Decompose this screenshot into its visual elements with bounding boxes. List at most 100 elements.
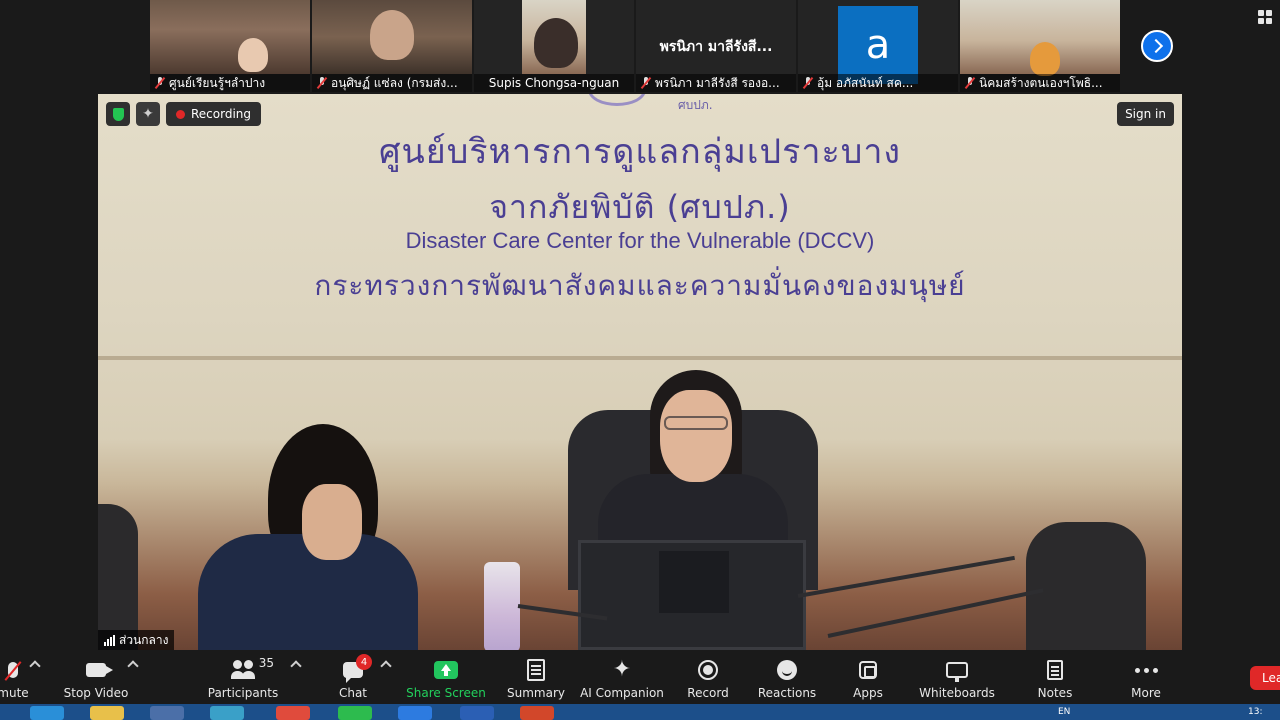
notes-label: Notes bbox=[1037, 686, 1073, 700]
video-camera-icon bbox=[86, 663, 113, 677]
sign-line-4: กระทรวงการพัฒนาสังคมและความมั่นคงของมนุษ… bbox=[314, 269, 966, 302]
unread-badge: 4 bbox=[356, 654, 372, 670]
participant-name: ศูนย์เรียนรู้ฯลำปาง bbox=[169, 75, 266, 90]
video-feed bbox=[150, 0, 310, 74]
mic-muted-icon bbox=[802, 77, 814, 89]
wall-divider bbox=[98, 356, 1182, 360]
summary-button[interactable]: Summary bbox=[504, 654, 568, 700]
powerpoint-icon[interactable] bbox=[520, 706, 554, 720]
os-taskbar: EN 13: bbox=[0, 704, 1280, 720]
share-screen-icon bbox=[434, 661, 458, 679]
participant-count: 35 bbox=[258, 656, 274, 670]
summary-doc-icon bbox=[527, 659, 545, 681]
participant-thumbnail[interactable]: ศูนย์เรียนรู้ฯลำปาง bbox=[150, 0, 310, 92]
sign-line-1: ศูนย์บริหารการดูแลกลุ่มเปราะบาง bbox=[378, 132, 902, 172]
participant-label: อุ้ม อภัสนันท์ สค... bbox=[798, 74, 958, 92]
participant-name: พรนิภา มาลีรังสี รองอ... bbox=[655, 75, 780, 90]
chair bbox=[1026, 522, 1146, 650]
view-grid-icon[interactable] bbox=[1258, 10, 1272, 24]
app-icon[interactable] bbox=[150, 706, 184, 720]
leave-button[interactable]: Lea bbox=[1250, 666, 1280, 690]
record-icon bbox=[698, 660, 718, 680]
participant-label: ศูนย์เรียนรู้ฯลำปาง bbox=[150, 74, 310, 92]
attendee-figure bbox=[198, 424, 458, 650]
reactions-button[interactable]: Reactions bbox=[756, 654, 818, 700]
mic-muted-icon bbox=[640, 77, 652, 89]
participants-button[interactable]: 35 Participants bbox=[207, 654, 279, 700]
next-page-chevron-icon[interactable] bbox=[1141, 30, 1173, 62]
speaker-name: ส่วนกลาง bbox=[119, 632, 169, 647]
stop-video-button[interactable]: Stop Video bbox=[60, 654, 132, 700]
edge-browser-icon[interactable] bbox=[30, 706, 64, 720]
record-button[interactable]: Record bbox=[682, 654, 734, 700]
participant-display-name: พรนิภา มาลีรังสี... bbox=[659, 39, 773, 55]
line-chat-icon[interactable] bbox=[338, 706, 372, 720]
whiteboards-button[interactable]: Whiteboards bbox=[918, 654, 996, 700]
apps-icon bbox=[859, 661, 877, 679]
whiteboard-icon bbox=[946, 662, 968, 682]
participant-thumbnail[interactable]: นิคมสร้างตนเองฯโพธิ... bbox=[960, 0, 1120, 92]
mute-button[interactable]: mute bbox=[0, 654, 38, 700]
chat-button[interactable]: 4 Chat bbox=[330, 654, 376, 700]
file-explorer-icon[interactable] bbox=[90, 706, 124, 720]
chat-label: Chat bbox=[338, 686, 368, 700]
mic-muted-icon bbox=[8, 662, 18, 678]
participant-thumbnail[interactable]: a อุ้ม อภัสนันท์ สค... bbox=[798, 0, 958, 92]
ai-companion-button[interactable]: ✦ AI Companion bbox=[580, 654, 664, 701]
chrome-icon[interactable] bbox=[276, 706, 310, 720]
avatar: a bbox=[838, 6, 918, 84]
word-icon[interactable] bbox=[460, 706, 494, 720]
participant-thumbnail[interactable]: พรนิภา มาลีรังสี... พรนิภา มาลีรังสี รอง… bbox=[636, 0, 796, 92]
participant-name: Supis Chongsa-nguan bbox=[488, 76, 620, 90]
participants-icon bbox=[231, 660, 255, 680]
participant-name: นิคมสร้างตนเองฯโพธิ... bbox=[979, 75, 1103, 90]
record-dot-icon bbox=[176, 109, 185, 119]
stop-video-label: Stop Video bbox=[63, 686, 129, 700]
mic-muted-icon bbox=[316, 77, 328, 89]
ai-companion-label: AI Companion bbox=[580, 686, 664, 700]
mute-label: mute bbox=[0, 686, 29, 700]
water-bottle bbox=[484, 562, 520, 650]
chat-options-caret-icon[interactable] bbox=[380, 660, 392, 672]
sign-line-3: Disaster Care Center for the Vulnerable … bbox=[405, 228, 875, 253]
clock[interactable]: 13: bbox=[1248, 707, 1262, 717]
reaction-smile-icon bbox=[777, 660, 797, 680]
language-indicator[interactable]: EN bbox=[1058, 707, 1070, 717]
more-button[interactable]: More bbox=[1124, 654, 1168, 700]
participant-label: Supis Chongsa-nguan bbox=[474, 74, 634, 92]
recording-label: Recording bbox=[191, 107, 252, 121]
more-dots-icon bbox=[1134, 667, 1158, 673]
participant-figure bbox=[238, 38, 268, 72]
main-video[interactable]: ศบปภ. ศูนย์บริหารการดูแลกลุ่มเปราะบาง จา… bbox=[98, 94, 1182, 650]
participant-name: อนุศิษฏ์ แซ่ลง (กรมส่ง... bbox=[331, 75, 458, 90]
recording-indicator[interactable]: Recording bbox=[166, 102, 262, 126]
apps-label: Apps bbox=[853, 686, 883, 700]
participant-thumbnail[interactable]: Supis Chongsa-nguan bbox=[474, 0, 634, 92]
reactions-label: Reactions bbox=[757, 686, 817, 700]
signal-strength-icon bbox=[104, 634, 115, 646]
participant-label: อนุศิษฏ์ แซ่ลง (กรมส่ง... bbox=[312, 74, 472, 92]
chair bbox=[98, 504, 138, 650]
summary-label: Summary bbox=[507, 686, 565, 700]
sign-line-2: จากภัยพิบัติ (ศบปภ.) bbox=[489, 188, 791, 226]
ai-sparkle-icon[interactable]: ✦ bbox=[136, 102, 160, 126]
share-screen-button[interactable]: Share Screen bbox=[406, 654, 486, 700]
participants-options-caret-icon[interactable] bbox=[290, 660, 302, 672]
sparkle-icon: ✦ bbox=[612, 657, 632, 682]
meeting-status-overlay: ✦ Recording bbox=[106, 102, 262, 126]
notes-icon bbox=[1047, 660, 1063, 680]
participant-label: พรนิภา มาลีรังสี รองอ... bbox=[636, 74, 796, 92]
mic-muted-icon bbox=[964, 77, 976, 89]
share-screen-label: Share Screen bbox=[406, 686, 486, 700]
meeting-toolbar: mute Stop Video 35 Participants 4 Chat S… bbox=[0, 650, 1280, 704]
security-shield-icon[interactable] bbox=[106, 102, 130, 126]
participant-thumbnail[interactable]: อนุศิษฏ์ แซ่ลง (กรมส่ง... bbox=[312, 0, 472, 92]
participants-label: Participants bbox=[207, 686, 279, 700]
zoom-icon[interactable] bbox=[398, 706, 432, 720]
apps-button[interactable]: Apps bbox=[846, 654, 890, 700]
notes-button[interactable]: Notes bbox=[1034, 654, 1076, 700]
sign-in-button[interactable]: Sign in bbox=[1117, 102, 1174, 126]
participant-figure bbox=[1030, 42, 1060, 76]
whiteboards-label: Whiteboards bbox=[919, 686, 995, 700]
app-icon[interactable] bbox=[210, 706, 244, 720]
